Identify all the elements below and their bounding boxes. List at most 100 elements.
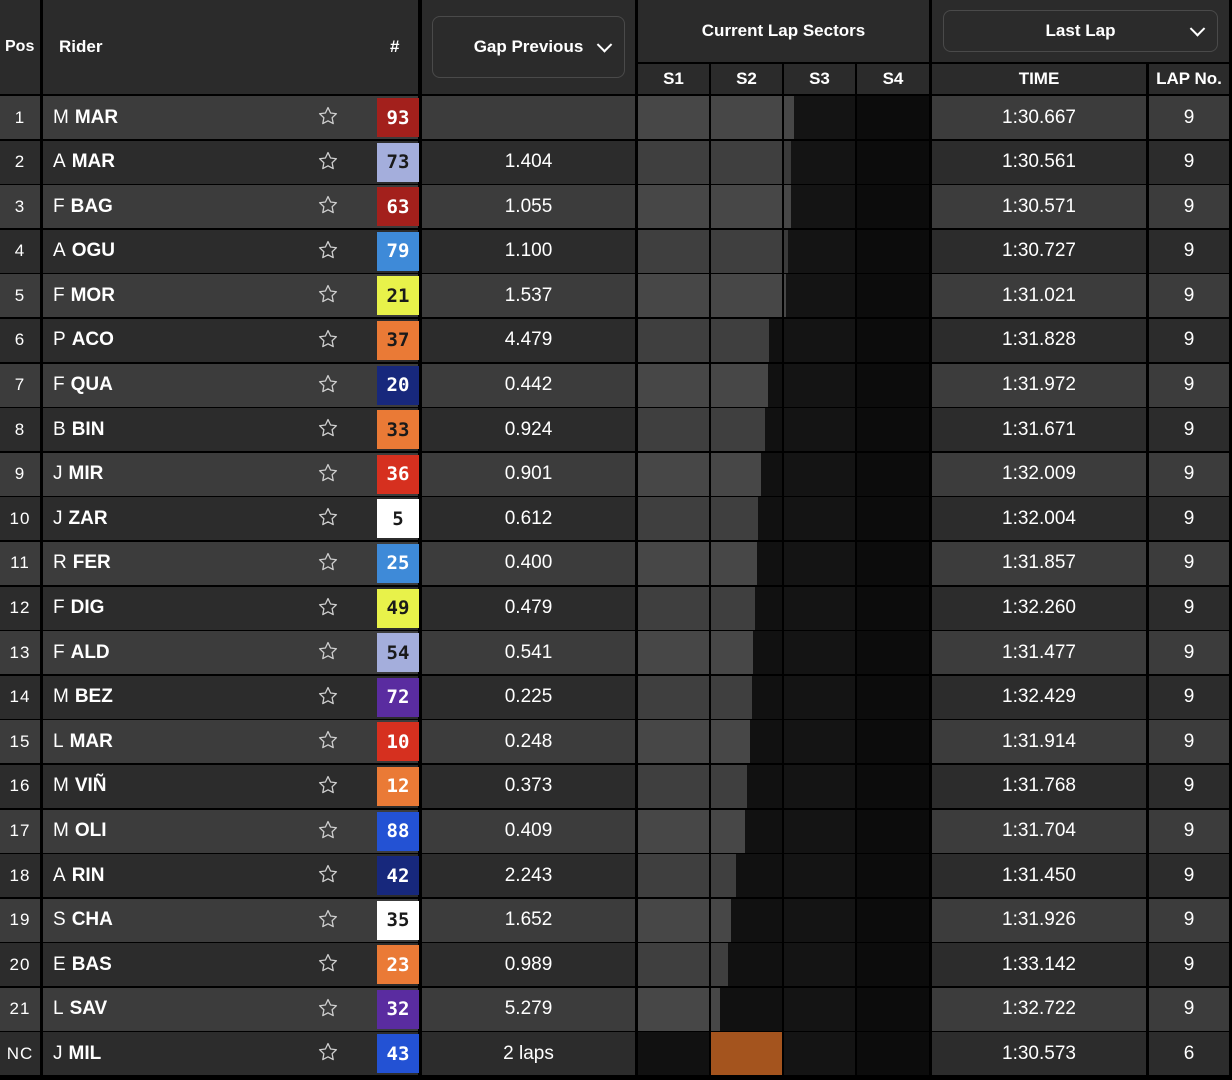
last-lap-time: 1:31.477 (932, 631, 1146, 675)
table-row[interactable]: 16 M VIÑ 12 0.373 1:31.768 9 (0, 764, 1232, 808)
rider-surname: MAR (74, 106, 119, 128)
table-row[interactable]: 13 F ALD 54 0.541 1:31.477 9 (0, 631, 1232, 675)
favorite-star-icon[interactable] (317, 908, 339, 930)
last-lap-time: 1:31.450 (932, 854, 1146, 898)
favorite-star-icon[interactable] (317, 328, 339, 350)
table-row[interactable]: 3 F BAG 63 1.055 1:30.571 9 (0, 185, 1232, 229)
favorite-star-icon[interactable] (317, 1041, 339, 1063)
sector-s4 (857, 809, 929, 853)
sector-s4 (857, 854, 929, 898)
sector-s4 (857, 274, 929, 318)
rider-cell: F MOR (43, 274, 418, 318)
table-row[interactable]: 15 L MAR 10 0.248 1:31.914 9 (0, 720, 1232, 764)
last-lap-dropdown-label: Last Lap (1045, 21, 1116, 40)
sector-s1 (638, 586, 709, 630)
rider-surname: VIÑ (74, 775, 107, 797)
table-row[interactable]: 20 E BAS 23 0.989 1:33.142 9 (0, 943, 1232, 987)
table-row[interactable]: 11 R FER 25 0.400 1:31.857 9 (0, 541, 1232, 585)
rider-number-badge: 10 (377, 722, 419, 762)
favorite-star-icon[interactable] (317, 150, 339, 172)
favorite-star-icon[interactable] (317, 506, 339, 528)
sector-s2-progress (711, 363, 769, 407)
favorite-star-icon[interactable] (317, 685, 339, 707)
favorite-star-icon[interactable] (317, 729, 339, 751)
sector-s1 (638, 452, 709, 496)
table-row[interactable]: 18 A RIN 42 2.243 1:31.450 9 (0, 854, 1232, 898)
table-row[interactable]: 8 B BIN 33 0.924 1:31.671 9 (0, 408, 1232, 452)
sector-s2-progress (711, 96, 782, 139)
rider-surname: CHA (71, 909, 113, 931)
table-row[interactable]: 5 F MOR 21 1.537 1:31.021 9 (0, 274, 1232, 318)
sector-s2 (711, 943, 782, 987)
favorite-star-icon[interactable] (317, 105, 339, 127)
table-row[interactable]: 2 A MAR 73 1.404 1:30.561 9 (0, 140, 1232, 184)
table-row[interactable]: 6 P ACO 37 4.479 1:31.828 9 (0, 318, 1232, 362)
lap-number: 9 (1149, 408, 1229, 452)
table-row[interactable]: 7 F QUA 20 0.442 1:31.972 9 (0, 363, 1232, 407)
favorite-star-icon[interactable] (317, 194, 339, 216)
favorite-star-icon[interactable] (317, 462, 339, 484)
lap-number: 9 (1149, 185, 1229, 229)
lap-number: 9 (1149, 274, 1229, 318)
sector-s4 (857, 898, 929, 942)
rider-cell: A RIN (43, 854, 418, 898)
table-row[interactable]: 14 M BEZ 72 0.225 1:32.429 9 (0, 675, 1232, 719)
rider-first-initial: M (53, 106, 69, 128)
table-row[interactable]: 17 M OLI 88 0.409 1:31.704 9 (0, 809, 1232, 853)
sector-s1 (638, 96, 709, 139)
sector-s2 (711, 1032, 782, 1076)
gap-cell: 0.442 (422, 363, 635, 407)
table-row[interactable]: 1 M MAR 93 1:30.667 9 (0, 96, 1232, 139)
sector-s2-progress (711, 943, 728, 987)
favorite-star-icon[interactable] (317, 863, 339, 885)
gap-previous-dropdown[interactable]: Gap Previous (432, 16, 625, 78)
table-row[interactable]: 21 L SAV 32 5.279 1:32.722 9 (0, 987, 1232, 1031)
table-row[interactable]: 19 S CHA 35 1.652 1:31.926 9 (0, 898, 1232, 942)
rider-surname: ACO (71, 329, 114, 351)
rider-number-badge: 43 (377, 1034, 419, 1074)
sector-s4 (857, 318, 929, 362)
last-lap-dropdown[interactable]: Last Lap (943, 10, 1218, 52)
rider-rows: 1 M MAR 93 1:30.667 9 2 A MAR 73 1.404 1:30.561 9 3 F B… (0, 96, 1232, 1077)
rider-first-initial: M (53, 820, 69, 841)
sector-s2-progress (711, 408, 765, 452)
rider-cell: P ACO (43, 318, 418, 362)
rider-first-initial: A (53, 151, 66, 173)
favorite-star-icon[interactable] (317, 239, 339, 261)
table-row[interactable]: 12 F DIG 49 0.479 1:32.260 9 (0, 586, 1232, 630)
rider-first-initial: L (53, 998, 64, 1020)
lap-number: 9 (1149, 764, 1229, 808)
favorite-star-icon[interactable] (317, 952, 339, 974)
sector-s2 (711, 675, 782, 719)
favorite-star-icon[interactable] (317, 596, 339, 618)
rider-surname: MAR (69, 730, 113, 752)
favorite-star-icon[interactable] (317, 774, 339, 796)
table-row[interactable]: 10 J ZAR 5 0.612 1:32.004 9 (0, 497, 1232, 541)
sector-s2 (711, 631, 782, 675)
sector-s2-progress (711, 675, 752, 719)
rider-number-badge: 35 (377, 900, 419, 940)
rider-cell: L MAR (43, 720, 418, 764)
rider-number-badge: 63 (377, 187, 419, 227)
favorite-star-icon[interactable] (317, 283, 339, 305)
sector-s1 (638, 631, 709, 675)
table-row[interactable]: 9 J MIR 36 0.901 1:32.009 9 (0, 452, 1232, 496)
col-number: # (390, 37, 400, 56)
rider-cell: S CHA (43, 898, 418, 942)
rider-first-initial: E (53, 953, 66, 975)
favorite-star-icon[interactable] (317, 551, 339, 573)
favorite-star-icon[interactable] (317, 417, 339, 439)
rider-cell: M BEZ (43, 675, 418, 719)
position-cell: 12 (0, 586, 40, 630)
table-row[interactable]: NC J MIL 43 2 laps 1:30.573 6 (0, 1032, 1232, 1076)
sector-s2-progress (711, 541, 757, 585)
favorite-star-icon[interactable] (317, 819, 339, 841)
sector-s2 (711, 452, 782, 496)
rider-surname: MIL (68, 1042, 102, 1064)
favorite-star-icon[interactable] (317, 373, 339, 395)
favorite-star-icon[interactable] (317, 997, 339, 1019)
rider-surname: MOR (70, 284, 115, 306)
table-row[interactable]: 4 A OGU 79 1.100 1:30.727 9 (0, 229, 1232, 273)
favorite-star-icon[interactable] (317, 640, 339, 662)
sector-s1 (638, 274, 709, 318)
